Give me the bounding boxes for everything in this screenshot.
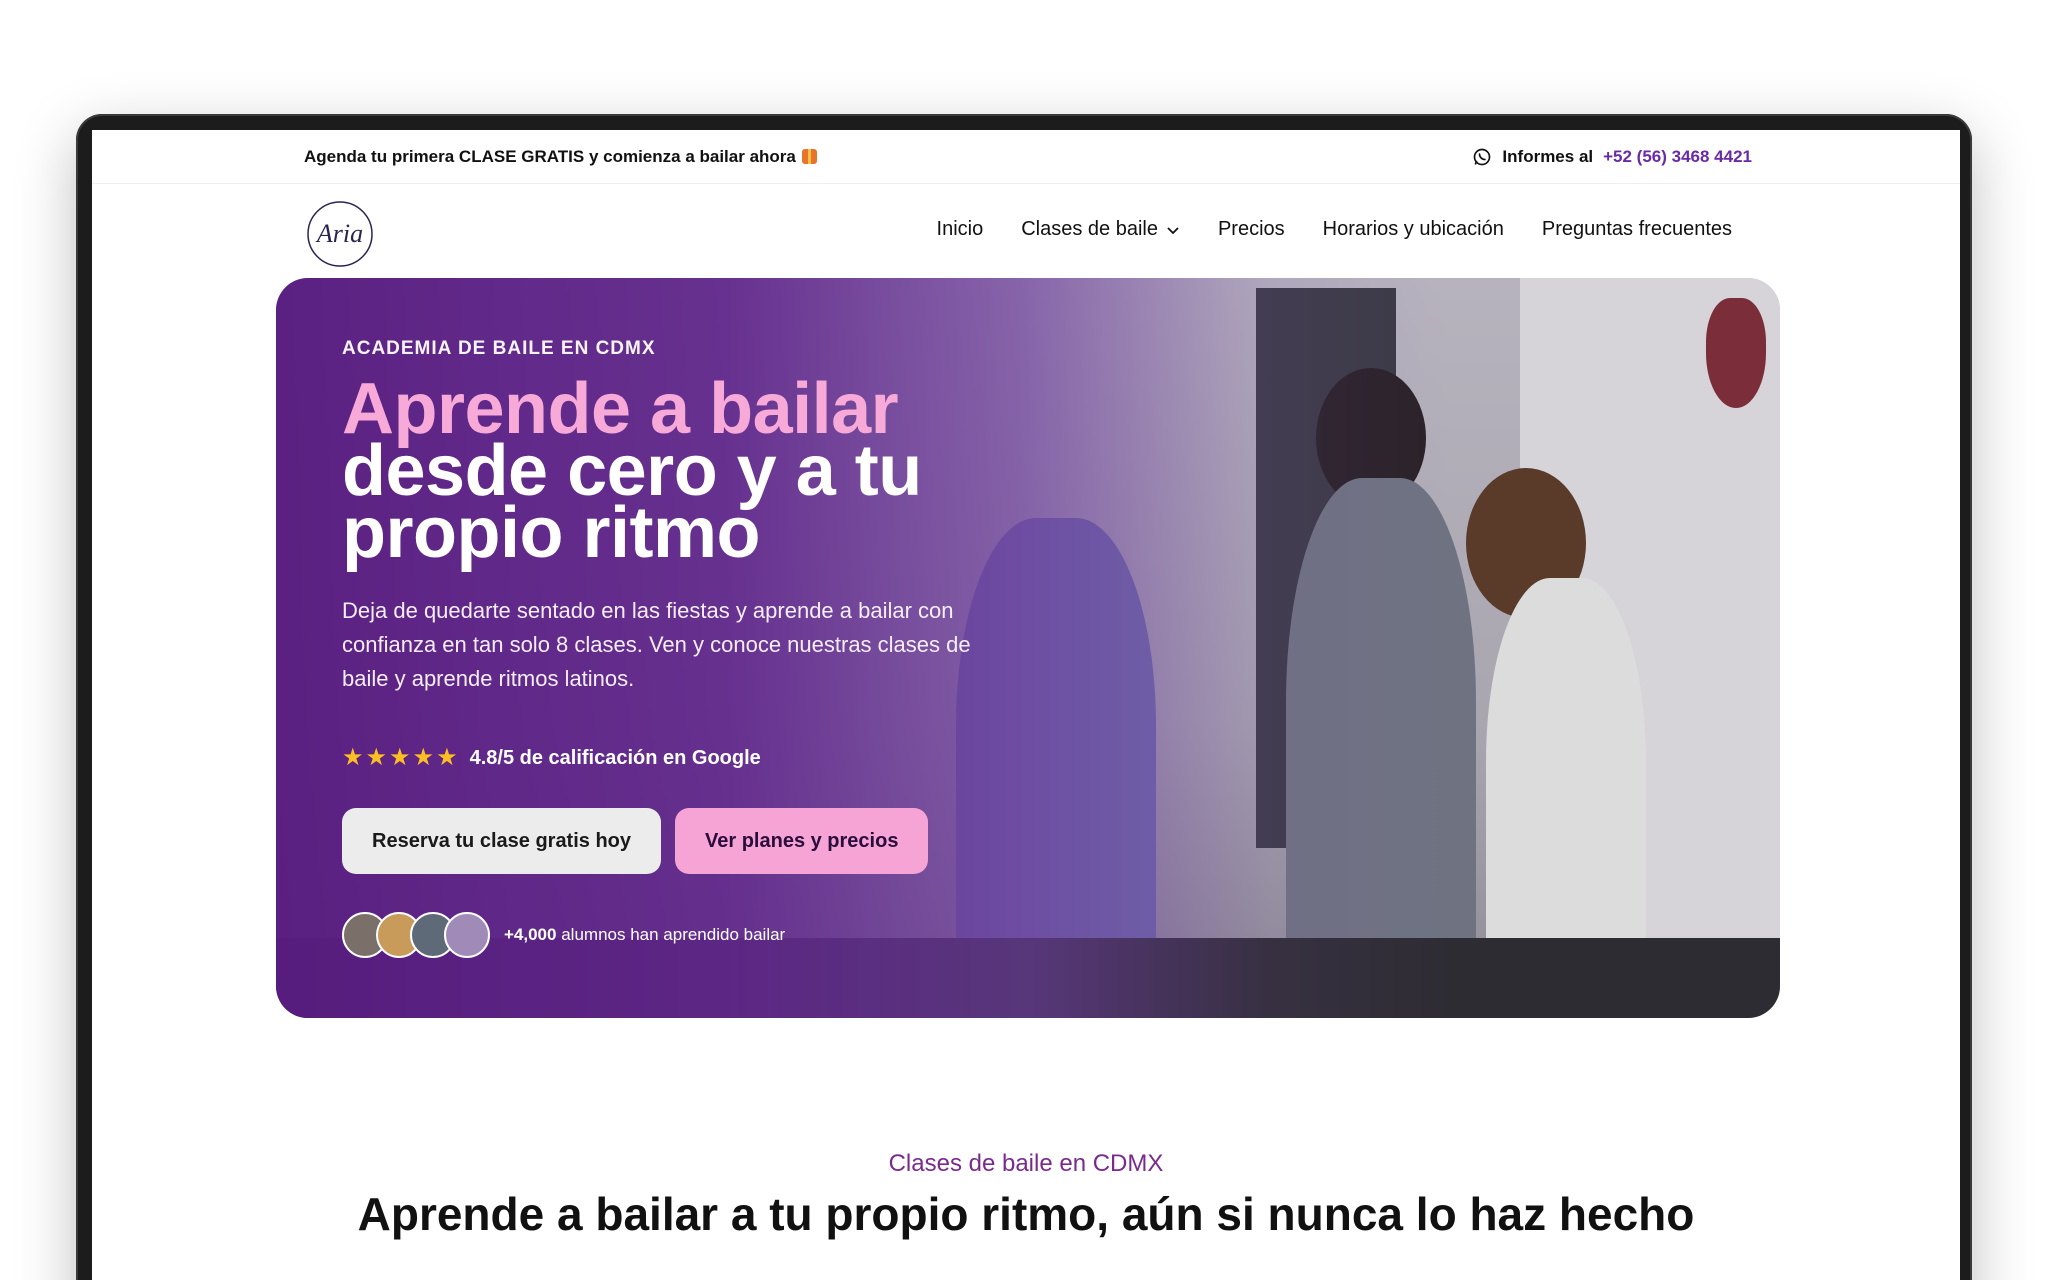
logo-text: Aria <box>315 219 363 248</box>
nav-faq[interactable]: Preguntas frecuentes <box>1542 218 1732 241</box>
rating-text: 4.8/5 de calificación en Google <box>469 746 761 769</box>
contact-info[interactable]: Informes al +52 (56) 3468 4421 <box>1472 147 1752 167</box>
aria-logo[interactable]: Aria <box>304 198 376 270</box>
whatsapp-icon <box>1474 148 1491 165</box>
nav-clases-label: Clases de baile <box>1021 218 1158 240</box>
phone-link[interactable]: +52 (56) 3468 4421 <box>1603 147 1752 167</box>
student-avatars <box>342 912 490 958</box>
nav-inicio[interactable]: Inicio <box>937 218 984 241</box>
star-icon: ★ <box>342 744 364 771</box>
hero-description: Deja de quedarte sentado en las fiestas … <box>342 598 971 691</box>
hero-cta-row: Reserva tu clase gratis hoy Ver planes y… <box>342 808 1022 874</box>
announcement-bar: Agenda tu primera CLASE GRATIS y comienz… <box>92 130 1960 184</box>
section-title: Aprende a bailar a tu propio ritmo, aún … <box>357 1188 1695 1240</box>
contact-label: Informes al <box>1502 146 1594 166</box>
browser-screen: Agenda tu primera CLASE GRATIS y comienz… <box>92 130 1960 1280</box>
headline-line-3: propio ritmo <box>342 493 760 573</box>
student-social-proof: +4,000 alumnos han aprendido bailar <box>342 912 1022 958</box>
hero-content: ACADEMIA DE BAILE EN CDMX Aprende a bail… <box>342 338 1022 958</box>
star-icon: ★ <box>365 744 388 771</box>
students-text: +4,000 alumnos han aprendido bailar <box>504 925 785 945</box>
nav-links: Inicio Clases de baile Precios Horarios … <box>937 218 1732 241</box>
gift-icon <box>801 149 817 164</box>
book-free-class-button[interactable]: Reserva tu clase gratis hoy <box>342 808 662 874</box>
star-icon: ★ <box>389 744 411 771</box>
hero-eyebrow: ACADEMIA DE BAILE EN CDMX <box>342 338 656 359</box>
promo-text: Agenda tu primera CLASE GRATIS y comienz… <box>304 146 796 166</box>
main-nav: Aria Inicio Clases de baile Precios Hora… <box>92 184 1960 280</box>
section-eyebrow: Clases de baile en CDMX <box>888 1150 1164 1177</box>
google-rating: ★ ★ ★ ★ ★ 4.8/5 de calificación en Googl… <box>342 746 1022 770</box>
star-icon: ★ <box>436 744 458 771</box>
chevron-down-icon <box>1167 226 1179 234</box>
promo-message: Agenda tu primera CLASE GRATIS y comienz… <box>304 147 817 167</box>
students-label: alumnos han aprendido bailar <box>561 925 786 944</box>
avatar <box>444 912 490 958</box>
view-plans-button[interactable]: Ver planes y precios <box>675 808 929 874</box>
students-count: +4,000 <box>504 925 557 944</box>
hero-headline: Aprende a bailar desde cero y a tu propi… <box>342 373 1022 573</box>
nav-clases-de-baile[interactable]: Clases de baile <box>1021 218 1180 241</box>
rating-stars: ★ ★ ★ ★ ★ <box>342 746 458 770</box>
star-icon: ★ <box>412 744 435 771</box>
nav-horarios[interactable]: Horarios y ubicación <box>1323 218 1504 241</box>
hero-banner: ACADEMIA DE BAILE EN CDMX Aprende a bail… <box>276 278 1780 1018</box>
nav-precios[interactable]: Precios <box>1218 218 1285 241</box>
